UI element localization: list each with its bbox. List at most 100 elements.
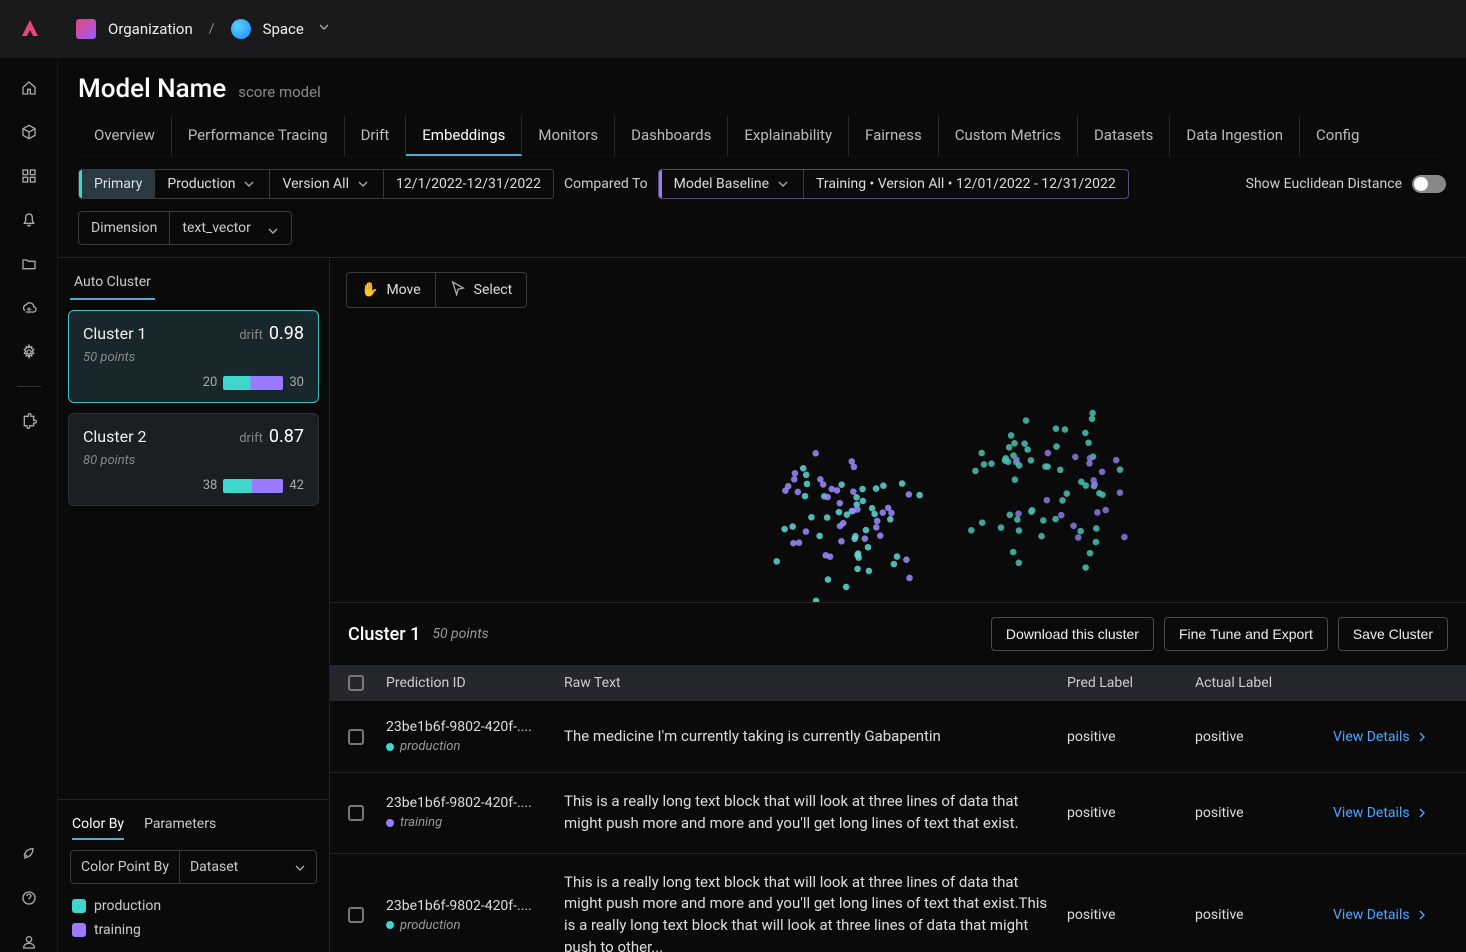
breadcrumb-space[interactable]: Space: [263, 20, 304, 38]
pred-label: positive: [1067, 729, 1177, 745]
actual-label: positive: [1195, 729, 1315, 745]
cursor-icon: [450, 280, 466, 300]
raw-text: This is a really long text block that wi…: [564, 872, 1049, 952]
gear-icon[interactable]: [19, 342, 39, 362]
grid-icon[interactable]: [19, 166, 39, 186]
parameters-tab[interactable]: Parameters: [144, 810, 216, 840]
cube-icon[interactable]: [19, 122, 39, 142]
version-select[interactable]: Version All: [270, 170, 384, 198]
color-by-tab[interactable]: Color By: [72, 810, 124, 840]
user-icon[interactable]: [19, 932, 39, 952]
cluster-drift-value: 0.98: [269, 323, 304, 344]
tab-data-ingestion[interactable]: Data Ingestion: [1170, 116, 1300, 156]
cluster-name: Cluster 1: [83, 324, 146, 343]
prediction-id: 23be1b6f-9802-420f-....: [386, 719, 546, 735]
row-checkbox[interactable]: [348, 805, 364, 821]
legend-production: production: [72, 898, 315, 914]
cluster-card-2[interactable]: Cluster 2 drift0.87 80 points 38 42: [68, 413, 319, 506]
fine-tune-export-button[interactable]: Fine Tune and Export: [1164, 617, 1328, 651]
dataset-tag: production: [386, 739, 546, 754]
tab-embeddings[interactable]: Embeddings: [406, 116, 522, 156]
space-badge: [231, 19, 251, 39]
dataset-tag: production: [386, 918, 546, 933]
tab-explainability[interactable]: Explainability: [727, 116, 849, 156]
prediction-id: 23be1b6f-9802-420f-....: [386, 795, 546, 811]
table-row: 23be1b6f-9802-420f-.... production This is…: [330, 854, 1466, 952]
view-details-link[interactable]: View Details: [1333, 729, 1448, 745]
color-point-by-select[interactable]: Color Point By Dataset: [70, 850, 317, 884]
cluster-points: 80 points: [83, 453, 304, 468]
tab-overview[interactable]: Overview: [78, 116, 172, 156]
actual-label: positive: [1195, 907, 1315, 923]
move-tool-button[interactable]: ✋ Move: [347, 273, 436, 307]
primary-pill[interactable]: Primary: [79, 170, 155, 198]
cluster-points: 50 points: [83, 350, 304, 365]
env-select[interactable]: Production: [155, 170, 270, 198]
pred-label: positive: [1067, 907, 1177, 923]
dimension-value: text_vector: [182, 220, 250, 236]
upload-cloud-icon[interactable]: [19, 298, 39, 318]
dimension-select[interactable]: Dimension text_vector: [78, 211, 292, 245]
raw-text: This is a really long text block that wi…: [564, 791, 1049, 835]
toggle-label: Show Euclidean Distance: [1246, 176, 1402, 192]
hand-icon: ✋: [361, 282, 378, 298]
detail-points: 50 points: [432, 626, 488, 642]
legend-training: training: [72, 922, 315, 938]
th-pred-label[interactable]: Pred Label: [1067, 675, 1177, 691]
save-cluster-button[interactable]: Save Cluster: [1338, 617, 1448, 651]
cluster-card-1[interactable]: Cluster 1 drift0.98 50 points 20 30: [68, 310, 319, 403]
row-checkbox[interactable]: [348, 729, 364, 745]
select-tool-button[interactable]: Select: [436, 273, 526, 307]
tab-dashboards[interactable]: Dashboards: [615, 116, 727, 156]
th-prediction-id[interactable]: Prediction ID: [386, 675, 546, 691]
cluster-drift-value: 0.87: [269, 426, 304, 447]
compare-label: Compared To: [564, 176, 648, 192]
bell-icon[interactable]: [19, 210, 39, 230]
embedding-scatter-plot[interactable]: [330, 322, 1466, 602]
date-range-select[interactable]: 12/1/2022-12/31/2022: [384, 170, 553, 198]
actual-label: positive: [1195, 805, 1315, 821]
primary-filter-group: Primary Production Version All 12/1/2022…: [78, 169, 554, 199]
tab-drift[interactable]: Drift: [345, 116, 407, 156]
view-details-link[interactable]: View Details: [1333, 907, 1448, 923]
page-subtitle: score model: [238, 83, 321, 101]
tab-fairness[interactable]: Fairness: [849, 116, 939, 156]
dataset-tag: training: [386, 815, 546, 830]
org-badge: [76, 19, 96, 39]
baseline-select[interactable]: Model Baseline: [659, 170, 804, 198]
help-icon[interactable]: [19, 888, 39, 908]
left-sidebar: [0, 58, 58, 952]
view-details-link[interactable]: View Details: [1333, 805, 1448, 821]
tab-custom-metrics[interactable]: Custom Metrics: [939, 116, 1078, 156]
cluster-distribution-bar: [223, 479, 283, 493]
baseline-detail[interactable]: Training • Version All • 12/01/2022 - 12…: [804, 170, 1128, 198]
th-raw-text[interactable]: Raw Text: [564, 675, 1049, 691]
cluster-distribution-bar: [223, 376, 283, 390]
tab-datasets[interactable]: Datasets: [1078, 116, 1170, 156]
rocket-icon[interactable]: [19, 844, 39, 864]
auto-cluster-tab[interactable]: Auto Cluster: [70, 266, 155, 300]
euclidean-toggle[interactable]: [1412, 175, 1446, 193]
chevron-down-icon: [292, 860, 308, 880]
page-title: Model Name: [78, 74, 226, 104]
tab-config[interactable]: Config: [1300, 116, 1375, 156]
puzzle-icon[interactable]: [19, 411, 39, 431]
select-all-checkbox[interactable]: [348, 675, 364, 691]
baseline-filter-group: Model Baseline Training • Version All • …: [658, 169, 1129, 199]
breadcrumb-separator: /: [209, 21, 215, 37]
app-logo[interactable]: [16, 15, 44, 43]
th-actual-label[interactable]: Actual Label: [1195, 675, 1315, 691]
row-checkbox[interactable]: [348, 907, 364, 923]
pred-label: positive: [1067, 805, 1177, 821]
prediction-id: 23be1b6f-9802-420f-....: [386, 898, 546, 914]
tab-monitors[interactable]: Monitors: [522, 116, 615, 156]
tab-performance-tracing[interactable]: Performance Tracing: [172, 116, 345, 156]
download-cluster-button[interactable]: Download this cluster: [991, 617, 1154, 651]
breadcrumb-org[interactable]: Organization: [108, 20, 193, 38]
table-row: 23be1b6f-9802-420f-.... training This is a…: [330, 773, 1466, 854]
chevron-down-icon[interactable]: [316, 19, 332, 39]
folder-icon[interactable]: [19, 254, 39, 274]
raw-text: The medicine I'm currently taking is cur…: [564, 726, 1049, 748]
page-tabs: Overview Performance Tracing Drift Embed…: [78, 116, 1446, 157]
home-icon[interactable]: [19, 78, 39, 98]
